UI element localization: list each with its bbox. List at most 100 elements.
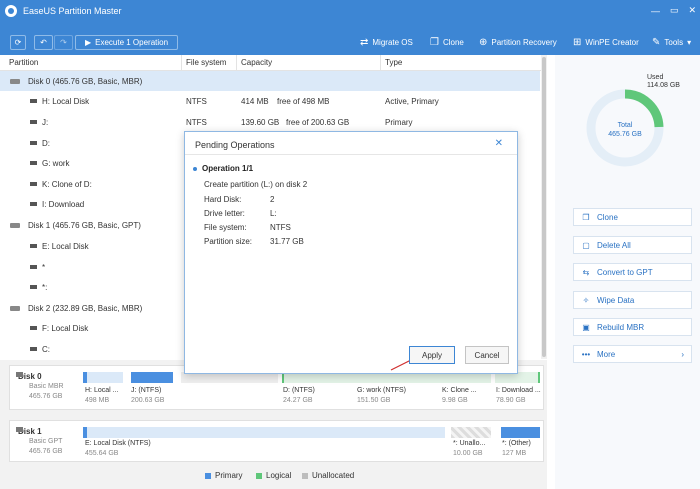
total-label: Total	[617, 122, 633, 129]
used-value: 114.08 GB	[647, 82, 680, 89]
partition-icon	[30, 202, 37, 206]
migrate-os-button[interactable]: ⇄ Migrate OS	[360, 37, 413, 48]
convert-to-gpt-button[interactable]: ⇆ Convert to GPT	[573, 263, 692, 281]
convert-icon: ⇆	[582, 267, 590, 277]
field-key: Hard Disk:	[204, 195, 242, 204]
partition-icon	[30, 182, 37, 186]
partition-name: F: Local Disk	[42, 324, 89, 333]
table-scrollbar[interactable]	[541, 55, 547, 359]
file-system: NTFS	[186, 118, 207, 127]
tools-icon: ✎	[652, 37, 661, 48]
segment-label: *: Unallo...	[453, 440, 486, 447]
hard-disk-icon	[10, 306, 20, 311]
segment-label: *: (Other)	[502, 440, 531, 447]
disk-name: Disk 0 (465.76 GB, Basic, MBR)	[28, 77, 143, 86]
close-window-button[interactable]: ✕	[688, 5, 696, 16]
legend-logical: Logical	[256, 471, 291, 480]
capacity-free: free of 200.63 GB	[286, 118, 350, 127]
col-type[interactable]: Type	[385, 58, 402, 67]
col-file-system[interactable]: File system	[186, 58, 226, 67]
undo-icon: ↶	[40, 38, 47, 47]
partition-name: H: Local Disk	[42, 97, 90, 106]
partition-name: C:	[42, 345, 50, 354]
redo-button[interactable]: ↷	[54, 35, 73, 50]
partition-icon	[30, 285, 37, 289]
disk-row[interactable]: Disk 0 (465.76 GB, Basic, MBR)	[0, 71, 540, 91]
operation-description: Create partition (L:) on disk 2	[204, 180, 308, 189]
more-button[interactable]: ••• More ›	[573, 345, 692, 363]
clone-action-button[interactable]: ❐ Clone	[573, 208, 692, 226]
field-value: NTFS	[270, 223, 291, 232]
segment-size: 9.98 GB	[442, 397, 468, 404]
legend-swatch	[256, 472, 262, 479]
partition-name: D:	[42, 139, 50, 148]
col-capacity[interactable]: Capacity	[241, 58, 272, 67]
more-icon: •••	[581, 349, 591, 359]
legend-unallocated: Unallocated	[302, 471, 354, 480]
migrate-os-icon: ⇄	[360, 37, 369, 48]
window-title: EaseUS Partition Master	[23, 5, 122, 16]
wipe-icon: ✧	[582, 295, 590, 305]
segment-label: D: (NTFS)	[283, 387, 315, 394]
maximize-button[interactable]: ▭	[670, 5, 679, 16]
winpe-icon: ⊞	[573, 37, 582, 48]
capacity-used: 414 MB	[241, 97, 269, 106]
rebuild-mbr-button[interactable]: ▣ Rebuild MBR	[573, 318, 692, 336]
action-label: More	[597, 349, 616, 359]
right-panel: Used 114.08 GB Total 465.76 GB ❐ Clone ▢…	[555, 55, 700, 489]
minimize-button[interactable]: —	[651, 6, 660, 16]
segment-size: 498 MB	[85, 397, 110, 404]
disk-map-type: Basic MBR	[29, 383, 64, 390]
segment-label: I: Download ...	[496, 387, 541, 394]
rebuild-icon: ▣	[582, 322, 590, 332]
disk-1-map[interactable]: Disk 1 Basic GPT 465.76 GB E: Local Disk…	[9, 420, 544, 462]
partition-bar-j[interactable]	[131, 372, 173, 383]
scrollbar-thumb[interactable]	[542, 57, 546, 357]
partition-bar-e[interactable]	[83, 427, 445, 438]
action-label: Rebuild MBR	[597, 322, 645, 332]
segment-size: 151.50 GB	[357, 397, 391, 404]
partition-name: J:	[42, 118, 49, 127]
delete-all-button[interactable]: ▢ Delete All	[573, 236, 692, 254]
unallocated-bar[interactable]	[451, 427, 491, 438]
action-label: Delete All	[597, 240, 631, 250]
segment-size: 10.00 GB	[453, 450, 483, 457]
wipe-data-button[interactable]: ✧ Wipe Data	[573, 291, 692, 309]
tools-button[interactable]: ✎ Tools ▾	[652, 37, 691, 48]
partition-bar-other[interactable]	[501, 427, 540, 438]
winpe-creator-button[interactable]: ⊞ WinPE Creator	[573, 37, 639, 48]
segment-label: G: work (NTFS)	[357, 387, 406, 394]
partition-icon	[30, 161, 37, 165]
partition-icon	[30, 141, 37, 145]
action-label: Convert to GPT	[597, 267, 653, 277]
field-value: 31.77 GB	[270, 237, 304, 246]
apply-button[interactable]: Apply	[409, 346, 455, 364]
partition-recovery-button[interactable]: ⊕ Partition Recovery	[479, 37, 557, 48]
field-key: Drive letter:	[204, 209, 245, 218]
segment-label: J: (NTFS)	[131, 387, 162, 394]
field-key: Partition size:	[204, 237, 253, 246]
clone-icon: ❐	[582, 212, 590, 222]
partition-name: I: Download	[42, 200, 85, 209]
clone-toolbar-button[interactable]: ❐ Clone	[430, 37, 464, 48]
partition-icon	[30, 99, 37, 103]
legend-swatch	[205, 472, 211, 479]
partition-row[interactable]: H: Local Disk NTFS 414 MB free of 498 MB…	[0, 91, 540, 111]
action-label: Wipe Data	[597, 295, 635, 305]
dialog-title: Pending Operations	[195, 140, 275, 150]
partition-name: K: Clone of D:	[42, 180, 92, 189]
execute-operation-button[interactable]: ▶ Execute 1 Operation	[75, 35, 178, 50]
partition-bar-h[interactable]	[83, 372, 123, 383]
total-value: 465.76 GB	[608, 131, 642, 138]
cancel-button[interactable]: Cancel	[465, 346, 509, 364]
legend-primary: Primary	[205, 471, 243, 480]
refresh-button[interactable]: ⟳	[10, 35, 26, 50]
apply-label: Apply	[421, 350, 442, 360]
partition-row[interactable]: J: NTFS 139.60 GB free of 200.63 GB Prim…	[0, 112, 540, 132]
partition-icon	[30, 326, 37, 330]
undo-button[interactable]: ↶	[34, 35, 53, 50]
close-icon[interactable]: ✕	[495, 138, 503, 149]
legend-label: Primary	[215, 471, 243, 480]
operation-header: Operation 1/1	[193, 164, 253, 173]
col-partition[interactable]: Partition	[9, 58, 38, 67]
